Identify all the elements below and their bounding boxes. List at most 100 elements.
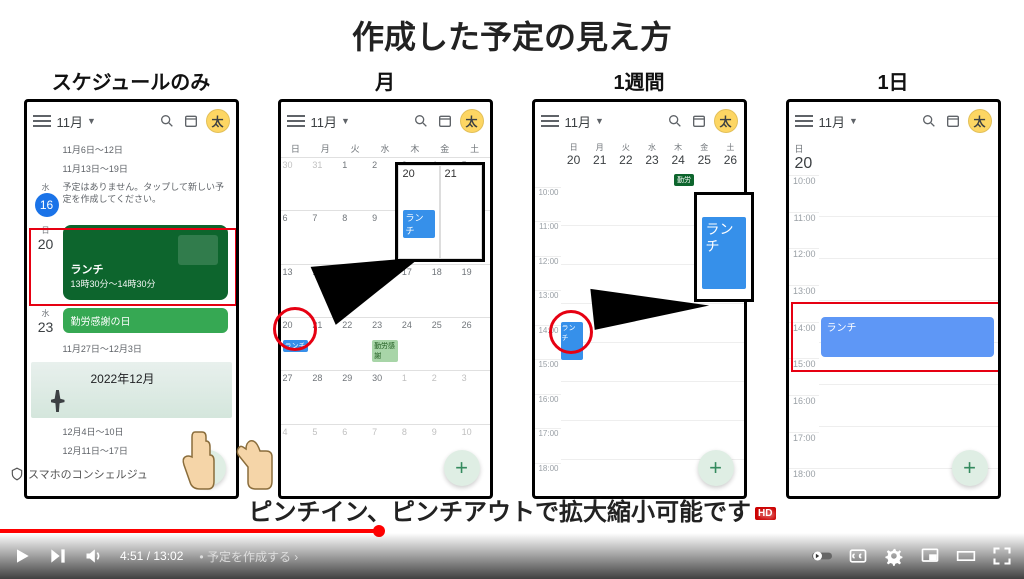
empty-message: 予定はありません。タップして新しい予定を作成してください。 [63,182,228,205]
chevron-down-icon: ▼ [341,116,350,126]
month-cell[interactable]: 22 [340,317,370,370]
hour-labels: 10:0011:0012:0013:0014:0015:0016:0017:00… [535,187,561,497]
month-cell[interactable]: 20ランチ [281,317,311,370]
month-cell[interactable]: 6 [340,424,370,477]
month-cell[interactable]: 1 [340,157,370,210]
month-cell[interactable]: 7 [370,424,400,477]
month-label[interactable]: 11月 [57,112,84,131]
slide: 作成した予定の見え方 スケジュールのみ 11月 ▼ 太 11月6日～12日 11… [0,0,1024,532]
search-icon[interactable] [158,112,176,130]
month-cell[interactable]: 26 [460,317,490,370]
month-cell[interactable]: 5 [310,424,340,477]
phone-month: 11月 ▼ 太 日月火水木金土 3031123文化の日4567891011121… [278,99,493,499]
week-dow-row: 日月火水木金土 [535,140,744,153]
phone-day: 11月 ▼ 太 日 20 10:0011:0012:0013:0014:0015… [786,99,1001,499]
volume-icon[interactable] [84,546,104,566]
menu-icon[interactable] [541,115,559,127]
callout-cell: 20 ランチ [398,165,440,259]
date-range: 11月13日～19日 [31,159,232,178]
month-cell[interactable]: 13 [281,264,311,317]
month-cell[interactable]: 2 [430,370,460,423]
day-event[interactable]: ランチ [821,317,994,357]
month-cell[interactable]: 18 [430,264,460,317]
month-label[interactable]: 11月 [311,112,338,131]
menu-icon[interactable] [287,115,305,127]
holiday-chip[interactable]: 勤労感謝の日 [63,308,228,333]
theater-button[interactable] [956,546,976,566]
month-cell[interactable]: 4 [281,424,311,477]
autoplay-toggle[interactable] [812,546,832,566]
schedule-row-event[interactable]: 日 20 ランチ 13時30分～14時30分 [31,221,232,304]
month-cell[interactable]: 31 [310,157,340,210]
search-icon[interactable] [920,112,938,130]
play-button[interactable] [12,546,32,566]
captions-button[interactable] [848,546,868,566]
month-cell[interactable]: 29 [340,370,370,423]
month-cell[interactable]: 27 [281,370,311,423]
today-icon[interactable] [944,112,962,130]
channel-watermark: スマホのコンシェルジュ [10,466,148,482]
menu-icon[interactable] [795,115,813,127]
menu-icon[interactable] [33,115,51,127]
panel-label-day: 1日 [877,66,908,95]
settings-icon[interactable] [884,546,904,566]
panel-month: 月 11月 ▼ 太 日月火水木金土 3031123文化の日45678910111… [262,66,508,499]
month-dow-row: 日月火水木金土 [281,140,490,157]
month-cell[interactable]: 23勤労感謝 [370,317,400,370]
month-cell[interactable]: 30 [370,370,400,423]
player-controls: 4:51 / 13:02 • 予定を作成する › [0,533,1024,579]
fab-add[interactable]: + [952,450,988,486]
avatar[interactable]: 太 [206,109,230,133]
panel-label-schedule: スケジュールのみ [52,66,211,95]
today-icon[interactable] [436,112,454,130]
fab-add[interactable]: + [698,450,734,486]
chevron-down-icon: ▼ [849,116,858,126]
month-cell[interactable]: 24 [400,317,430,370]
month-cell[interactable]: 8 [400,424,430,477]
allday-row: 勤労 [535,169,744,187]
hand-icon [170,427,220,502]
hour-labels: 10:0011:0012:0013:0014:0015:0016:0017:00… [789,175,819,499]
date-range: 11月6日～12日 [31,140,232,159]
phone-header: 11月 ▼ 太 [27,102,236,140]
miniplayer-button[interactable] [920,546,940,566]
month-cell[interactable]: 7 [310,210,340,263]
panel-day: 1日 11月 ▼ 太 日 20 10:0011:0012:0013:0014:0… [770,66,1016,499]
chapter-label[interactable]: • 予定を作成する › [199,548,298,565]
avatar[interactable]: 太 [714,109,738,133]
callout-event: ランチ [702,217,746,289]
search-icon[interactable] [412,112,430,130]
holiday-badge: 勤労 [674,174,694,186]
callout-chip: ランチ [403,210,435,238]
hd-badge: HD [755,507,775,520]
month-cell[interactable]: 8 [340,210,370,263]
month-cell[interactable]: 3 [460,370,490,423]
hand-icon [228,427,278,502]
month-cell[interactable]: 19 [460,264,490,317]
fab-add[interactable]: + [444,450,480,486]
month-cell[interactable]: 6 [281,210,311,263]
event-time: 13時30分～14時30分 [71,277,220,290]
panels-row: スケジュールのみ 11月 ▼ 太 11月6日～12日 11月13日～19日 [0,66,1024,499]
search-icon[interactable] [666,112,684,130]
phone-header: 11月 ▼ 太 [535,102,744,140]
month-cell[interactable]: 28 [310,370,340,423]
month-cell[interactable]: 30 [281,157,311,210]
today-icon[interactable] [690,112,708,130]
event-title: ランチ [71,235,220,277]
month-label[interactable]: 11月 [819,112,846,131]
fullscreen-button[interactable] [992,546,1012,566]
panel-label-month: 月 [375,66,395,95]
schedule-row-holiday[interactable]: 水 23 勤労感謝の日 [31,304,232,339]
month-cell[interactable]: 25 [430,317,460,370]
week-event[interactable]: ランチ [561,322,583,360]
avatar[interactable]: 太 [460,109,484,133]
next-button[interactable] [48,546,68,566]
today-icon[interactable] [182,112,200,130]
avatar[interactable]: 太 [968,109,992,133]
event-card[interactable]: ランチ 13時30分～14時30分 [63,225,228,300]
month-cell[interactable]: 1 [400,370,430,423]
schedule-row[interactable]: 水 16 予定はありません。タップして新しい予定を作成してください。 [31,178,232,221]
month-label[interactable]: 11月 [565,112,592,131]
schedule-body: 11月6日～12日 11月13日～19日 水 16 予定はありません。タップして… [27,140,236,460]
